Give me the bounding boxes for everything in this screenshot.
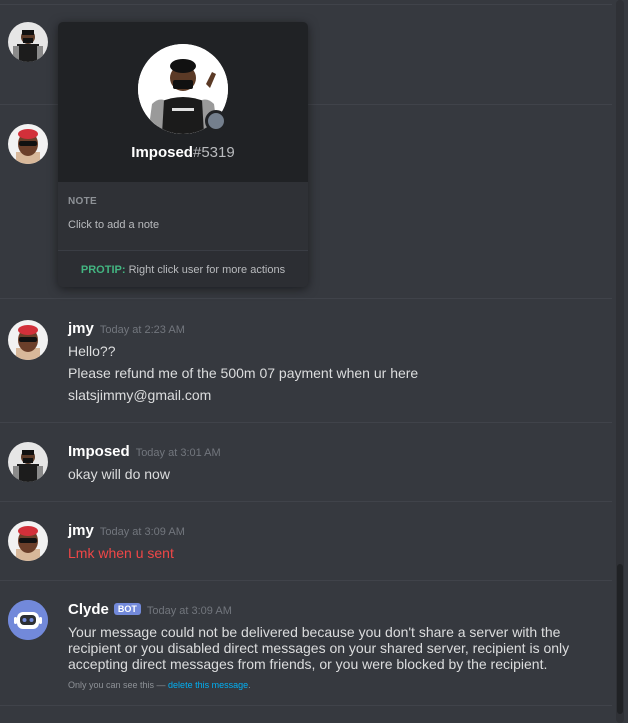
popout-discriminator: #5319 (192, 144, 235, 161)
avatar-jmy[interactable] (8, 124, 48, 164)
bot-badge: BOT (113, 603, 141, 615)
scrollbar-thumb[interactable] (617, 564, 623, 714)
message-text: Lmk when u sent (68, 545, 174, 561)
message-text: okay will do now (68, 466, 170, 482)
popout-username[interactable]: Imposed#5319 (58, 144, 308, 161)
timestamp: Today at 3:09 AM (99, 526, 185, 538)
ephemeral-notice: Only you can see this — delete this mess… (68, 680, 251, 690)
divider (0, 4, 612, 5)
timestamp: Today at 3:09 AM (146, 605, 232, 617)
timestamp: Today at 2:23 AM (99, 324, 185, 336)
note-input[interactable]: Click to add a note (68, 219, 159, 231)
avatar-imposed[interactable] (8, 22, 48, 62)
username[interactable]: jmy (68, 522, 94, 539)
note-label: NOTE (68, 196, 97, 207)
avatar-jmy[interactable] (8, 320, 48, 360)
message-header: Imposed Today at 3:01 AM (68, 443, 221, 461)
ephemeral-suffix: . (248, 680, 251, 690)
popout-header: Imposed#5319 (58, 22, 308, 182)
username[interactable]: Imposed (68, 443, 130, 460)
message-header: jmy Today at 2:23 AM (68, 320, 185, 338)
ephemeral-prefix: Only you can see this — (68, 680, 169, 690)
message-text: Your message could not be delivered beca… (68, 624, 570, 672)
message-text: Hello?? (68, 343, 116, 359)
divider (0, 580, 612, 581)
popout-footer: PROTIP: Right click user for more action… (58, 250, 308, 287)
divider (0, 298, 612, 299)
avatar-jmy[interactable] (8, 521, 48, 561)
timestamp: Today at 3:01 AM (135, 447, 221, 459)
message-header: Clyde BOT Today at 3:09 AM (68, 601, 232, 619)
divider (0, 422, 612, 423)
divider (0, 501, 612, 502)
message-text: Please refund me of the 500m 07 payment … (68, 365, 419, 381)
offline-status-icon (205, 110, 227, 132)
protip: PROTIP: Right click user for more action… (58, 264, 308, 276)
username[interactable]: jmy (68, 320, 94, 337)
delete-message-link[interactable]: delete this message (168, 680, 248, 690)
user-popout: Imposed#5319 NOTE Click to add a note PR… (58, 22, 308, 287)
clyde-bot-icon[interactable] (8, 600, 48, 640)
avatar-imposed[interactable] (8, 442, 48, 482)
popout-name: Imposed (131, 144, 193, 161)
protip-label: PROTIP: (80, 264, 126, 276)
message-header: jmy Today at 3:09 AM (68, 522, 185, 540)
divider (0, 705, 612, 706)
protip-text: Right click user for more actions (125, 264, 286, 276)
message-text: slatsjimmy@gmail.com (68, 387, 212, 403)
username[interactable]: Clyde (68, 601, 109, 618)
